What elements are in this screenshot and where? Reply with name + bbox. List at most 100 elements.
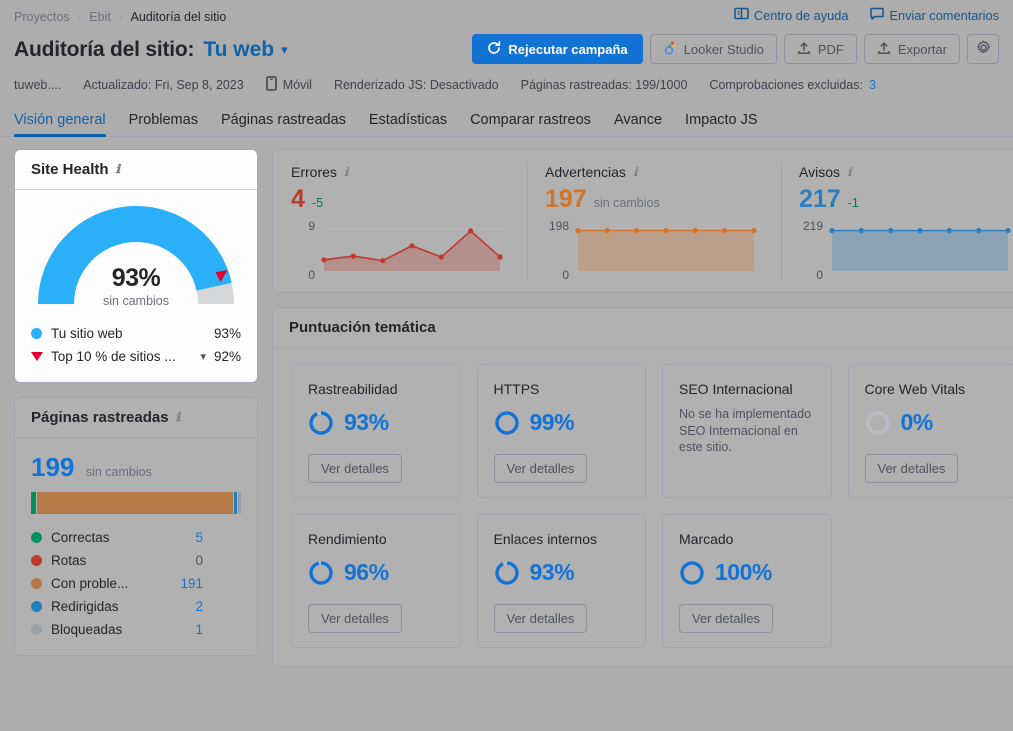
tab-avance[interactable]: Avance: [614, 108, 662, 137]
thematic-card-title: HTTPS: [493, 381, 540, 397]
send-feedback-label: Enviar comentarios: [889, 7, 999, 23]
info-icon[interactable]: ℹ: [116, 162, 121, 177]
metric-value: 4: [291, 185, 305, 213]
metric-sparkline: 198 0: [545, 219, 763, 282]
legend-item-top-sites[interactable]: Top 10 % de sitios ... ▾ 92%: [31, 345, 241, 368]
gauge-center-label: 93% sin cambios: [15, 264, 257, 308]
tab-comparar-rastreos[interactable]: Comparar rastreos: [470, 108, 591, 137]
view-details-button[interactable]: Ver detalles: [493, 604, 588, 633]
book-icon: [734, 7, 749, 23]
looker-studio-button[interactable]: Looker Studio: [649, 34, 777, 64]
legend-item-your-site: Tu sitio web 93%: [31, 322, 241, 345]
sparkline-axis: 90: [291, 219, 321, 282]
pages-bar-segment: [37, 492, 234, 514]
metric-errores: Errores ℹ 4 -5 9 0: [273, 150, 527, 292]
pages-bar-segment: [234, 492, 238, 514]
send-feedback-link[interactable]: Enviar comentarios: [870, 7, 999, 23]
meta-device: Móvil: [265, 76, 312, 94]
gear-icon: [976, 40, 991, 58]
axis-max-label: 198: [548, 219, 569, 233]
tab-problemas[interactable]: Problemas: [129, 108, 198, 137]
score-row: 93%: [494, 559, 632, 586]
thematic-card-seo-internacional: SEO Internacional No se ha implementado S…: [662, 364, 832, 498]
meta-device-label: Móvil: [282, 78, 312, 92]
view-details-button[interactable]: Ver detalles: [308, 604, 402, 633]
metric-value-row: 197 sin cambios: [545, 185, 763, 214]
legend-dot-icon: [31, 624, 42, 635]
info-icon[interactable]: ℹ: [344, 165, 349, 180]
pages-legend-item[interactable]: Con proble... 191: [31, 572, 241, 595]
comment-icon: [870, 7, 885, 23]
chevron-down-icon[interactable]: ▾: [200, 350, 206, 363]
pages-change: sin cambios: [85, 465, 152, 479]
chevron-down-icon[interactable]: ▾: [281, 42, 288, 58]
triangle-down-icon: [31, 352, 43, 361]
export-button[interactable]: Exportar: [863, 34, 960, 64]
meta-domain: tuweb....: [14, 78, 62, 92]
site-health-title: Site Health: [31, 161, 109, 178]
site-health-gauge: 93% sin cambios: [15, 190, 257, 316]
view-details-button[interactable]: Ver detalles: [679, 604, 773, 633]
meta-excluded-value[interactable]: 3: [869, 78, 876, 92]
thematic-note: No se ha implementado SEO Internacional …: [679, 407, 812, 455]
metric-sparkline: 90: [291, 219, 509, 282]
pages-legend-item[interactable]: Bloqueadas 1: [31, 618, 241, 641]
sparkline-axis: 198 0: [545, 219, 575, 282]
breadcrumb-separator: ›: [77, 11, 82, 23]
tab-estadisticas[interactable]: Estadísticas: [369, 108, 447, 137]
thematic-title: Puntuación temática: [289, 319, 436, 336]
export-label: Exportar: [897, 41, 947, 57]
view-details-button[interactable]: Ver detalles: [864, 454, 959, 483]
tab-vision-general[interactable]: Visión general: [14, 108, 106, 137]
pages-legend-item[interactable]: Correctas 5: [31, 526, 241, 549]
refresh-icon: [487, 40, 501, 58]
legend-label: Tu sitio web: [51, 326, 123, 341]
axis-min-label: 0: [562, 268, 569, 282]
meta-excluded-label: Comprobaciones excluidas:: [709, 78, 863, 92]
pages-crawled-header: Páginas rastreadas ℹ: [15, 398, 257, 438]
view-details-button[interactable]: Ver detalles: [308, 454, 402, 483]
breadcrumb-item-projects[interactable]: Proyectos: [14, 10, 70, 24]
pdf-export-button[interactable]: PDF: [783, 34, 857, 64]
sparkline-svg: [321, 228, 506, 271]
site-selector[interactable]: Tu web: [203, 38, 274, 62]
site-health-percent: 93%: [111, 264, 161, 292]
pages-legend-item[interactable]: Redirigidas 2: [31, 595, 241, 618]
thematic-card-title: Marcado: [679, 531, 734, 547]
metric-delta: -1: [847, 196, 859, 210]
rerun-campaign-button[interactable]: Rejecutar campaña: [472, 34, 643, 64]
thematic-card-enlaces-internos: Enlaces internos 93% Ver detalles: [476, 514, 646, 648]
thematic-card-rendimiento: Rendimiento 96% Ver detalles: [291, 514, 461, 648]
info-icon[interactable]: ℹ: [847, 165, 852, 180]
help-center-link[interactable]: Centro de ayuda: [734, 7, 848, 23]
tab-impacto-js[interactable]: Impacto JS: [685, 108, 758, 137]
upload-icon: [797, 41, 811, 58]
top-header: Proyectos › Ebit › Auditoría del sitio C…: [0, 0, 1013, 98]
pages-crawled-title: Páginas rastreadas: [31, 409, 169, 426]
tab-paginas-rastreadas[interactable]: Páginas rastreadas: [221, 108, 346, 137]
metric-value-row: 217 -1: [799, 185, 1013, 214]
score-percent: 0%: [900, 409, 934, 435]
breadcrumb-item-ebit[interactable]: Ebit: [89, 10, 111, 24]
info-icon[interactable]: ℹ: [176, 410, 181, 425]
issue-metrics-card: Errores ℹ 4 -5 9 0 Advertencias ℹ 197 sin cambios…: [272, 149, 1013, 293]
pages-legend-item[interactable]: Rotas 0: [31, 549, 241, 572]
thematic-score-card: Puntuación temática Rastreabilidad 93% Ver…: [272, 307, 1013, 667]
metric-title: Avisos: [799, 164, 840, 180]
pages-legend-label: Con proble...: [51, 576, 129, 591]
thematic-card-rastreabilidad: Rastreabilidad 93% Ver detalles: [291, 364, 461, 498]
meta-updated: Actualizado: Fri, Sep 8, 2023: [83, 78, 244, 92]
meta-excluded-checks: Comprobaciones excluidas: 3: [709, 78, 876, 92]
pages-legend: Correctas 5 Rotas 0 Con proble... 191 Redirigi…: [31, 526, 241, 641]
mobile-icon: [265, 76, 277, 94]
info-icon[interactable]: ℹ: [633, 165, 638, 180]
settings-button[interactable]: [967, 34, 999, 64]
pages-legend-label: Rotas: [51, 553, 87, 568]
metric-advertencias: Advertencias ℹ 197 sin cambios 198 0: [527, 150, 781, 292]
legend-dot-icon: [31, 601, 42, 612]
view-details-button[interactable]: Ver detalles: [493, 454, 588, 483]
score-percent: 93%: [344, 409, 389, 435]
legend-dot-icon: [31, 555, 42, 566]
score-percent: 99%: [529, 409, 575, 435]
pages-legend-label: Correctas: [51, 530, 110, 545]
